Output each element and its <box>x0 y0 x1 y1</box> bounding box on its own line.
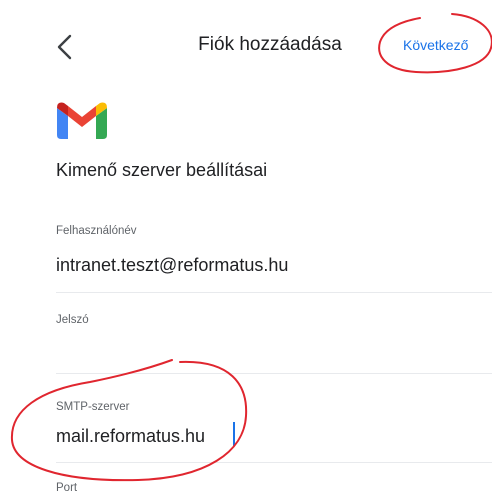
username-divider <box>56 292 492 293</box>
password-label: Jelszó <box>56 314 89 326</box>
port-label: Port <box>56 482 78 494</box>
password-divider <box>56 373 492 374</box>
text-caret <box>233 422 235 446</box>
add-account-screen: Fiók hozzáadása Következő Kimenő szerver… <box>0 0 492 494</box>
smtp-server-label: SMTP-szerver <box>56 401 130 413</box>
section-heading: Kimenő szerver beállításai <box>56 160 268 180</box>
username-label: Felhasználónév <box>56 225 137 237</box>
smtp-server-divider <box>56 462 492 463</box>
username-field[interactable]: intranet.teszt@reformatus.hu <box>56 255 288 276</box>
gmail-logo <box>57 101 107 139</box>
next-button[interactable]: Következő <box>403 37 468 53</box>
smtp-server-field[interactable]: mail.reformatus.hu <box>56 426 205 447</box>
annotation-overlay <box>10 13 492 482</box>
password-field[interactable] <box>56 342 436 366</box>
